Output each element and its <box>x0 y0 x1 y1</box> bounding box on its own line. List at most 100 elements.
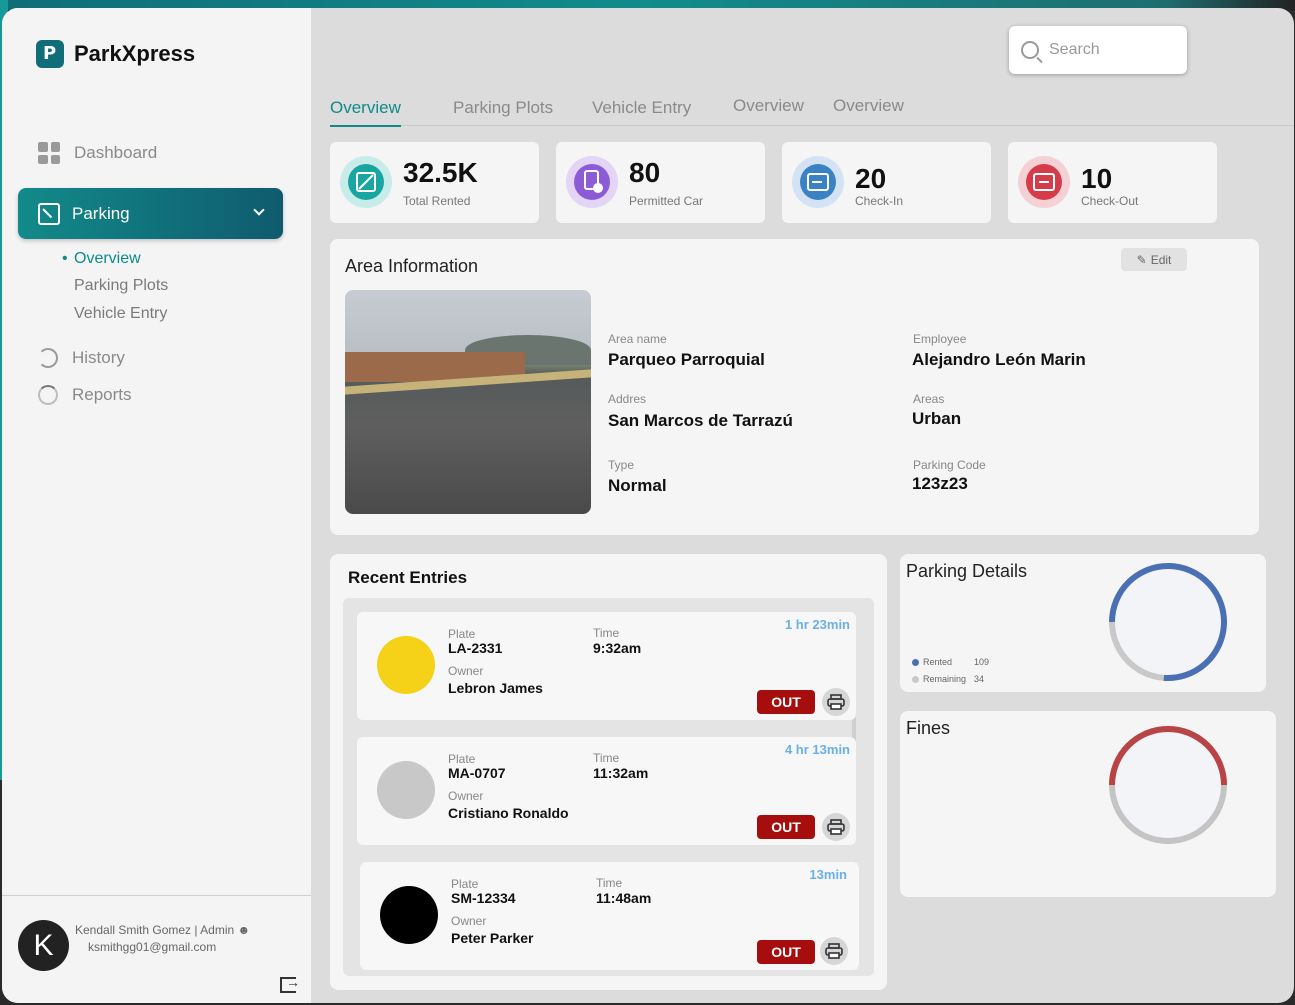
entry-item[interactable]: Plate SM-12334 Owner Peter Parker Time 1… <box>360 862 859 970</box>
legend-value: 34 <box>974 674 985 684</box>
sidebar-subitem-vehicle-entry[interactable]: Vehicle Entry <box>74 305 167 323</box>
history-icon <box>38 348 58 368</box>
owner-label: Owner <box>448 789 484 803</box>
areas-value: Urban <box>912 409 962 428</box>
print-icon[interactable] <box>822 688 850 716</box>
parking-details-chart <box>1109 563 1227 681</box>
employee-value: Alejandro León Marin <box>912 350 1086 369</box>
search-input[interactable] <box>1049 41 1179 59</box>
check-in-icon <box>792 156 844 208</box>
sidebar-item-label: Parking <box>72 203 130 223</box>
sidebar-item-dashboard[interactable]: Dashboard <box>38 142 157 164</box>
tab-overview-3[interactable]: Overview <box>833 96 904 116</box>
sidebar-item-history[interactable]: History <box>38 348 125 368</box>
brand[interactable]: ParkXpress <box>36 40 195 68</box>
dashboard-icon <box>38 142 60 164</box>
plate-label: Plate <box>451 877 479 891</box>
sidebar: ParkXpress Dashboard Parking Overview Pa… <box>2 8 311 1003</box>
print-icon[interactable] <box>822 813 850 841</box>
time-label: Time <box>593 751 620 765</box>
chevron-down-icon[interactable] <box>253 204 265 216</box>
parking-code-value: 123z23 <box>912 474 968 493</box>
sidebar-subitem-overview[interactable]: Overview <box>62 250 141 268</box>
sidebar-item-label: Reports <box>72 385 132 404</box>
sidebar-item-parking[interactable]: Parking <box>18 188 283 239</box>
stat-label: Check-Out <box>1081 194 1139 208</box>
legend-label: Remaining <box>923 674 967 684</box>
tab-parking-plots[interactable]: Parking Plots <box>453 98 553 118</box>
legend-value: 109 <box>974 657 990 667</box>
owner-value: Peter Parker <box>451 930 534 946</box>
recent-entries-title: Recent Entries <box>348 568 468 587</box>
pencil-icon: ✎ <box>1136 252 1147 267</box>
search-icon <box>1021 41 1039 59</box>
legend-dot <box>912 658 919 666</box>
out-button[interactable]: OUT <box>757 940 815 964</box>
stat-card-permitted-car: 80 Permitted Car <box>556 142 765 223</box>
avatar[interactable]: K <box>18 920 69 971</box>
time-label: Time <box>593 626 620 640</box>
stat-value: 20 <box>855 163 887 194</box>
edit-button[interactable]: ✎ Edit <box>1121 248 1187 271</box>
search-box[interactable] <box>1009 26 1187 74</box>
brand-name: ParkXpress <box>74 41 196 66</box>
user-icon: ☻ <box>237 923 251 937</box>
vehicle-avatar <box>377 761 435 819</box>
tab-overview-2[interactable]: Overview <box>733 96 804 116</box>
recent-entries-card: Recent Entries Plate LA-2331 Owner Lebro… <box>330 554 887 990</box>
type-value: Normal <box>608 476 667 495</box>
time-value: 11:48am <box>596 890 652 906</box>
check-out-icon <box>1018 156 1070 208</box>
owner-label: Owner <box>451 914 487 928</box>
tab-vehicle-entry[interactable]: Vehicle Entry <box>592 98 691 118</box>
out-button[interactable]: OUT <box>757 815 815 839</box>
vehicle-avatar <box>377 636 435 694</box>
duration: 1 hr 23min <box>784 617 850 632</box>
entry-item[interactable]: Plate LA-2331 Owner Lebron James Time 9:… <box>357 612 856 720</box>
app-window: ParkXpress Dashboard Parking Overview Pa… <box>2 8 1294 1003</box>
parking-details-title: Parking Details <box>906 561 1028 581</box>
legend-label: Rented <box>923 657 953 667</box>
owner-value: Lebron James <box>448 680 543 696</box>
plate-value: SM-12334 <box>451 890 516 906</box>
area-name-value: Parqueo Parroquial <box>608 350 765 369</box>
fines-card: Fines <box>900 711 1276 897</box>
stat-card-check-in: 20 Check-In <box>782 142 991 223</box>
area-title: Area Information <box>345 256 479 276</box>
employee-label: Employee <box>913 332 967 346</box>
entry-item[interactable]: Plate MA-0707 Owner Cristiano Ronaldo Ti… <box>357 737 856 845</box>
tab-overview[interactable]: Overview <box>330 98 401 127</box>
print-icon[interactable] <box>820 937 848 965</box>
stat-card-check-out: 10 Check-Out <box>1008 142 1217 223</box>
area-information-card: Area Information ✎ Edit Area name Parque… <box>330 239 1259 535</box>
legend-remaining: Remaining 34 <box>912 674 984 684</box>
plate-label: Plate <box>448 627 476 641</box>
stat-value: 10 <box>1081 163 1113 194</box>
vehicle-avatar <box>380 886 438 944</box>
user-name-text: Kendall Smith Gomez | Admin <box>75 923 235 937</box>
address-label: Addres <box>608 392 647 406</box>
sidebar-item-label: History <box>72 348 125 367</box>
owner-value: Cristiano Ronaldo <box>448 805 569 821</box>
edit-label: Edit <box>1150 252 1172 267</box>
sidebar-divider <box>2 895 311 896</box>
stat-value: 80 <box>629 157 661 188</box>
sidebar-item-reports[interactable]: Reports <box>38 385 132 405</box>
sidebar-item-label: Dashboard <box>74 143 158 162</box>
owner-label: Owner <box>448 664 484 678</box>
out-button[interactable]: OUT <box>757 690 815 714</box>
map-icon <box>38 202 60 225</box>
stat-label: Permitted Car <box>629 194 704 208</box>
logout-icon[interactable] <box>280 974 300 993</box>
area-photo <box>345 290 591 514</box>
time-value: 11:32am <box>593 765 649 781</box>
duration: 13min <box>809 867 847 882</box>
legend-rented: Rented 109 <box>912 657 989 667</box>
map-icon <box>340 156 392 208</box>
fines-chart <box>1109 726 1227 844</box>
sidebar-subitem-parking-plots[interactable]: Parking Plots <box>74 277 168 295</box>
parking-details-card: Parking Details Rented 109 Remaining 34 <box>900 554 1266 692</box>
stat-value: 32.5K <box>403 157 478 188</box>
time-value: 9:32am <box>593 640 642 656</box>
stat-label: Total Rented <box>403 194 471 208</box>
